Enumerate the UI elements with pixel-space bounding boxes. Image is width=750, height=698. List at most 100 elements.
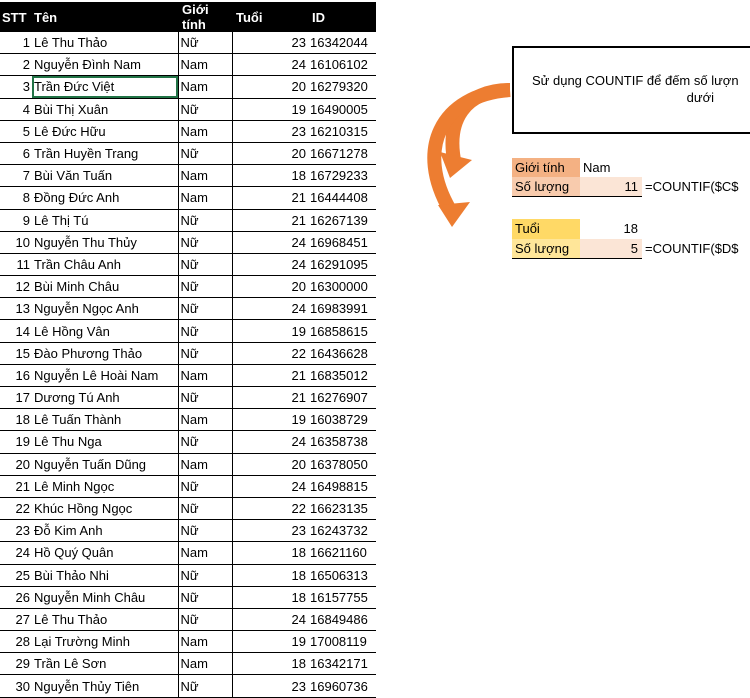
id-cell[interactable]: 16436628 xyxy=(308,342,376,365)
name-cell[interactable]: Nguyễn Lê Hoài Nam xyxy=(32,364,179,388)
tuoi-label[interactable]: Tuổi xyxy=(512,219,580,239)
gender-cell[interactable]: Nữ xyxy=(178,519,233,543)
stt-cell[interactable]: 13 xyxy=(0,297,32,321)
stt-cell[interactable]: 25 xyxy=(0,564,32,587)
header-stt[interactable]: STT xyxy=(0,2,32,32)
age-cell[interactable]: 19 xyxy=(232,408,308,432)
id-cell[interactable]: 16157755 xyxy=(308,586,376,609)
stt-cell[interactable]: 26 xyxy=(0,586,32,609)
age-cell[interactable]: 20 xyxy=(232,453,308,476)
stt-cell[interactable]: 23 xyxy=(0,519,32,543)
stt-cell[interactable]: 15 xyxy=(0,342,32,365)
tuoi-value-cell[interactable]: 18 xyxy=(580,219,642,239)
id-cell[interactable]: 16300000 xyxy=(308,275,376,299)
age-cell[interactable]: 23 xyxy=(232,32,308,55)
name-cell[interactable]: Lê Tuấn Thành xyxy=(32,408,179,432)
gender-cell[interactable]: Nữ xyxy=(178,497,233,521)
name-cell[interactable]: Bùi Minh Châu xyxy=(32,275,179,299)
stt-cell[interactable]: 17 xyxy=(0,386,32,410)
gender-cell[interactable]: Nam xyxy=(178,53,233,77)
id-cell[interactable]: 16279320 xyxy=(308,75,376,99)
countif-formula-2[interactable]: =COUNTIF($D$ xyxy=(642,239,750,259)
stt-cell[interactable]: 3 xyxy=(0,75,32,99)
id-cell[interactable]: 16276907 xyxy=(308,386,376,410)
header-gioitinh[interactable]: Giới tính xyxy=(178,2,232,32)
soluong-value-1[interactable]: 11 xyxy=(580,177,642,197)
name-cell[interactable]: Lê Hồng Vân xyxy=(32,319,179,343)
soluong-label-1[interactable]: Số lượng xyxy=(512,177,580,197)
name-cell[interactable]: Hồ Quý Quân xyxy=(32,541,179,565)
name-cell[interactable]: Trần Châu Anh xyxy=(32,253,179,277)
name-cell[interactable]: Lê Minh Ngọc xyxy=(32,475,179,498)
gender-cell[interactable]: Nam xyxy=(178,120,233,143)
stt-cell[interactable]: 27 xyxy=(0,608,32,632)
age-cell[interactable]: 19 xyxy=(232,319,308,343)
age-cell[interactable]: 20 xyxy=(232,142,308,166)
id-cell[interactable]: 16267139 xyxy=(308,209,376,232)
gender-cell[interactable]: Nữ xyxy=(178,253,233,277)
gender-cell[interactable]: Nam xyxy=(178,75,233,99)
age-cell[interactable]: 18 xyxy=(232,164,308,188)
stt-cell[interactable]: 22 xyxy=(0,497,32,521)
stt-cell[interactable]: 16 xyxy=(0,364,32,388)
id-cell[interactable]: 16342044 xyxy=(308,32,376,55)
age-cell[interactable]: 19 xyxy=(232,98,308,121)
name-cell[interactable]: Nguyễn Đình Nam xyxy=(32,53,179,77)
id-cell[interactable]: 16106102 xyxy=(308,53,376,77)
gender-cell[interactable]: Nữ xyxy=(178,608,233,632)
stt-cell[interactable]: 6 xyxy=(0,142,32,166)
header-ten[interactable]: Tên xyxy=(32,2,178,32)
name-cell[interactable]: Lê Thu Thảo xyxy=(32,608,179,632)
name-cell[interactable]: Nguyễn Minh Châu xyxy=(32,586,179,609)
gender-cell[interactable]: Nữ xyxy=(178,319,233,343)
age-cell[interactable]: 23 xyxy=(232,519,308,543)
instruction-box[interactable]: Sử dụng COUNTIF để đếm số lượn dưới xyxy=(512,46,750,134)
age-cell[interactable]: 18 xyxy=(232,586,308,609)
name-cell[interactable]: Nguyễn Thủy Tiên xyxy=(32,674,179,698)
name-cell[interactable]: Bùi Văn Tuấn xyxy=(32,164,179,188)
name-cell[interactable]: Lê Thị Tú xyxy=(32,209,179,232)
name-cell[interactable]: Khúc Hồng Ngọc xyxy=(32,497,179,521)
name-cell[interactable]: Bùi Thảo Nhi xyxy=(32,564,179,587)
stt-cell[interactable]: 30 xyxy=(0,674,32,698)
id-cell[interactable]: 16729233 xyxy=(308,164,376,188)
id-cell[interactable]: 16506313 xyxy=(308,564,376,587)
stt-cell[interactable]: 11 xyxy=(0,253,32,277)
name-cell[interactable]: Lại Trường Minh xyxy=(32,630,179,654)
gender-cell[interactable]: Nữ xyxy=(178,430,233,454)
gioitinh-value-cell[interactable]: Nam xyxy=(580,158,622,178)
age-cell[interactable]: 23 xyxy=(232,674,308,698)
gender-cell[interactable]: Nam xyxy=(178,364,233,388)
name-cell[interactable]: Trần Huyền Trang xyxy=(32,142,179,166)
gender-cell[interactable]: Nam xyxy=(178,453,233,476)
gender-cell[interactable]: Nữ xyxy=(178,209,233,232)
age-cell[interactable]: 24 xyxy=(232,231,308,254)
age-cell[interactable]: 20 xyxy=(232,75,308,99)
gender-cell[interactable]: Nữ xyxy=(178,674,233,698)
id-cell[interactable]: 16291095 xyxy=(308,253,376,277)
id-cell[interactable]: 16835012 xyxy=(308,364,376,388)
age-cell[interactable]: 18 xyxy=(232,541,308,565)
age-cell[interactable]: 22 xyxy=(232,497,308,521)
name-cell[interactable]: Lê Thu Nga xyxy=(32,430,179,454)
id-cell[interactable]: 16960736 xyxy=(308,674,376,698)
stt-cell[interactable]: 1 xyxy=(0,32,32,55)
gender-cell[interactable]: Nữ xyxy=(178,142,233,166)
gender-cell[interactable]: Nam xyxy=(178,652,233,676)
id-cell[interactable]: 16858615 xyxy=(308,319,376,343)
name-cell[interactable]: Trần Lê Sơn xyxy=(32,652,179,676)
id-cell[interactable]: 17008119 xyxy=(308,630,376,654)
id-cell[interactable]: 16498815 xyxy=(308,475,376,498)
stt-cell[interactable]: 12 xyxy=(0,275,32,299)
soluong-value-2[interactable]: 5 xyxy=(580,239,642,259)
header-tuoi[interactable]: Tuổi xyxy=(232,2,308,32)
age-cell[interactable]: 24 xyxy=(232,608,308,632)
id-cell[interactable]: 16621160 xyxy=(308,541,376,565)
gender-cell[interactable]: Nữ xyxy=(178,275,233,299)
gender-cell[interactable]: Nữ xyxy=(178,342,233,365)
stt-cell[interactable]: 28 xyxy=(0,630,32,654)
stt-cell[interactable]: 21 xyxy=(0,475,32,498)
stt-cell[interactable]: 29 xyxy=(0,652,32,676)
stt-cell[interactable]: 4 xyxy=(0,98,32,121)
id-cell[interactable]: 16671278 xyxy=(308,142,376,166)
